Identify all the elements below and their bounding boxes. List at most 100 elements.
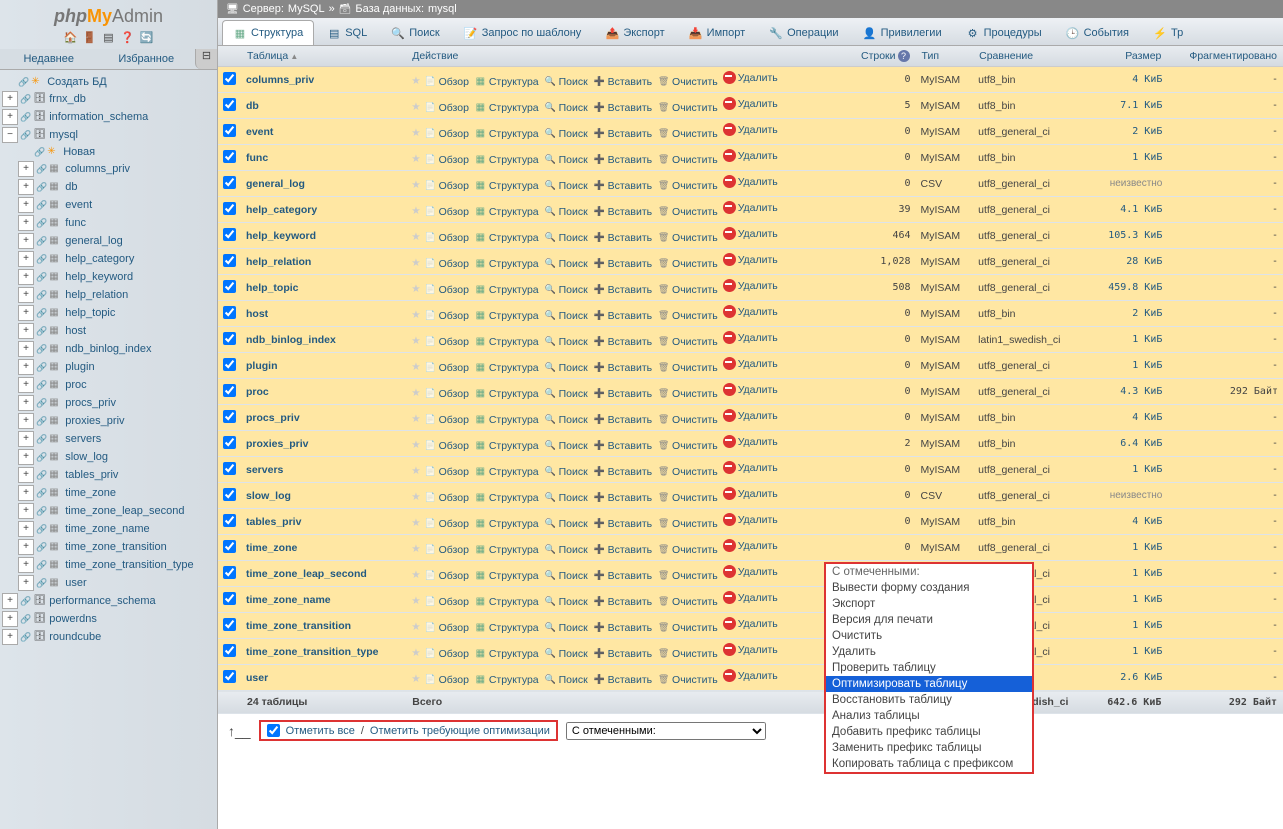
link-icon[interactable] [36,271,47,283]
search-action[interactable]: Поиск [544,205,588,218]
tree-label[interactable]: Новая [63,146,95,158]
expander-icon[interactable]: + [2,611,18,627]
link-icon[interactable] [20,631,31,643]
expander-icon[interactable]: + [2,629,18,645]
expander-icon[interactable]: + [18,539,34,555]
expander-icon[interactable]: + [2,91,18,107]
empty-action[interactable]: Очистить [657,361,718,374]
search-action[interactable]: Поиск [544,127,588,140]
expander-icon[interactable]: + [18,431,34,447]
tab-import[interactable]: Импорт [678,20,756,45]
expander-icon[interactable]: + [18,557,34,573]
tab-struct[interactable]: Структура [222,20,314,45]
insert-action[interactable]: Вставить [593,231,653,244]
insert-action[interactable]: Вставить [593,257,653,270]
tree-label[interactable]: tables_priv [65,469,118,481]
browse-action[interactable]: Обзор [424,647,469,660]
insert-action[interactable]: Вставить [593,361,653,374]
expander-icon[interactable]: + [2,109,18,125]
table-name-link[interactable]: time_zone_transition_type [246,646,378,658]
insert-action[interactable]: Вставить [593,413,653,426]
tree-label[interactable]: time_zone_transition_type [65,559,193,571]
tree-item-help_category[interactable]: +help_category [2,250,215,268]
browse-action[interactable]: Обзор [424,153,469,166]
browse-action[interactable]: Обзор [424,335,469,348]
drop-action[interactable]: Удалить [723,97,778,110]
dropdown-option[interactable]: Вывести форму создания [826,580,1032,596]
structure-action[interactable]: Структура [474,127,539,140]
tree-label[interactable]: Создать БД [47,76,107,88]
tree-label[interactable]: columns_priv [65,163,130,175]
row-checkbox[interactable] [223,202,236,215]
tree-label[interactable]: slow_log [65,451,108,463]
tree-label[interactable]: powerdns [49,613,97,625]
row-checkbox[interactable] [223,488,236,501]
link-icon[interactable] [20,93,31,105]
expander-icon[interactable]: + [18,305,34,321]
link-icon[interactable] [36,469,47,481]
dropdown-option[interactable]: Оптимизировать таблицу [826,676,1032,692]
empty-action[interactable]: Очистить [657,283,718,296]
drop-action[interactable]: Удалить [723,305,778,318]
structure-action[interactable]: Структура [474,309,539,322]
drop-action[interactable]: Удалить [723,71,778,84]
tree-item-help_relation[interactable]: +help_relation [2,286,215,304]
empty-action[interactable]: Очистить [657,75,718,88]
tree-label[interactable]: help_relation [65,289,128,301]
empty-action[interactable]: Очистить [657,309,718,322]
star-icon[interactable]: ★ [411,335,420,347]
insert-action[interactable]: Вставить [593,465,653,478]
star-icon[interactable]: ★ [411,205,420,217]
link-icon[interactable] [36,343,47,355]
browse-action[interactable]: Обзор [424,673,469,686]
expander-icon[interactable]: + [18,323,34,339]
tree-item-proxies_priv[interactable]: +proxies_priv [2,412,215,430]
tree-label[interactable]: time_zone [65,487,116,499]
star-icon[interactable]: ★ [411,153,420,165]
insert-action[interactable]: Вставить [593,75,653,88]
link-icon[interactable] [36,415,47,427]
row-checkbox[interactable] [223,358,236,371]
empty-action[interactable]: Очистить [657,205,718,218]
table-name-link[interactable]: help_category [246,204,317,216]
structure-action[interactable]: Структура [474,413,539,426]
row-checkbox[interactable] [223,592,236,605]
link-icon[interactable] [36,541,47,553]
tree-item-procs_priv[interactable]: +procs_priv [2,394,215,412]
tree-label[interactable]: proxies_priv [65,415,124,427]
table-name-link[interactable]: help_keyword [246,230,316,242]
dropdown-option[interactable]: Добавить префикс таблицы [826,724,1032,740]
expander-icon[interactable]: + [18,377,34,393]
table-name-link[interactable]: user [246,672,268,684]
star-icon[interactable]: ★ [411,595,420,607]
expander-icon[interactable]: + [18,215,34,231]
row-checkbox[interactable] [223,462,236,475]
search-action[interactable]: Поиск [544,569,588,582]
structure-action[interactable]: Структура [474,179,539,192]
tab-events[interactable]: События [1055,20,1140,45]
tree-item-ndb_binlog_index[interactable]: +ndb_binlog_index [2,340,215,358]
tree-item-создать-бд[interactable]: Создать БД [2,74,215,90]
row-checkbox[interactable] [223,150,236,163]
link-icon[interactable] [36,451,47,463]
empty-action[interactable]: Очистить [657,543,718,556]
row-checkbox[interactable] [223,670,236,683]
empty-action[interactable]: Очистить [657,647,718,660]
row-checkbox[interactable] [223,566,236,579]
link-icon[interactable] [36,307,47,319]
logo[interactable]: phpMyAdmin [0,0,217,29]
tree-label[interactable]: servers [65,433,101,445]
browse-action[interactable]: Обзор [424,361,469,374]
search-action[interactable]: Поиск [544,101,588,114]
insert-action[interactable]: Вставить [593,127,653,140]
tab-proc[interactable]: Процедуры [955,20,1053,45]
structure-action[interactable]: Структура [474,439,539,452]
expander-icon[interactable]: + [18,269,34,285]
insert-action[interactable]: Вставить [593,439,653,452]
row-checkbox[interactable] [223,228,236,241]
insert-action[interactable]: Вставить [593,673,653,686]
drop-action[interactable]: Удалить [723,383,778,396]
table-name-link[interactable]: proxies_priv [246,438,308,450]
expander-icon[interactable]: + [2,593,18,609]
browse-action[interactable]: Обзор [424,75,469,88]
